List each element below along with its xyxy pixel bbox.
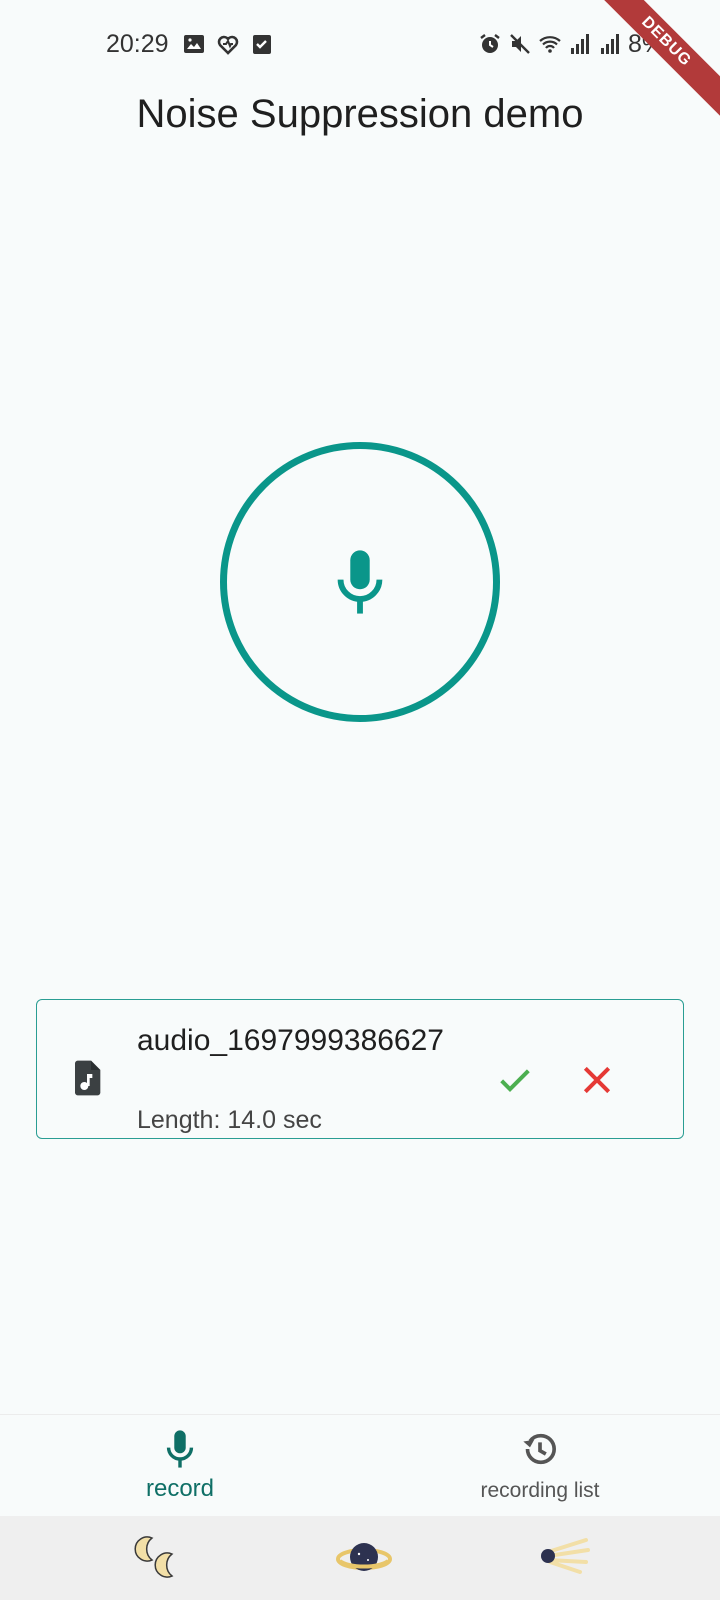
system-button-back[interactable] (534, 1532, 594, 1584)
mic-icon (337, 550, 383, 614)
status-left-icons (182, 32, 274, 56)
close-icon (583, 1066, 611, 1094)
health-icon (217, 35, 239, 55)
status-time: 20:29 (106, 30, 169, 58)
planet-icon (336, 1543, 392, 1571)
confirm-button[interactable] (495, 1060, 535, 1100)
nav-recording-list-label: recording list (480, 1479, 600, 1502)
mute-icon (510, 34, 530, 54)
page-title: Noise Suppression demo (136, 92, 584, 136)
system-button-recents[interactable] (134, 1532, 194, 1584)
moons-icon (134, 1536, 174, 1578)
recording-file-name: audio_1697999386627 (137, 1024, 444, 1057)
bottom-navigation: record recording list (0, 1414, 720, 1516)
audio-file-icon (75, 1060, 101, 1096)
image-icon (184, 35, 204, 53)
checkbox-icon (253, 35, 271, 54)
system-button-home[interactable] (334, 1532, 394, 1584)
check-icon (500, 1069, 530, 1092)
alarm-icon (480, 34, 500, 53)
history-icon (523, 1433, 556, 1465)
recording-card: audio_1697999386627 Length: 14.0 sec (36, 999, 684, 1139)
nav-recording-list[interactable]: recording list (360, 1415, 720, 1517)
discard-button[interactable] (577, 1060, 617, 1100)
record-button[interactable] (220, 442, 500, 722)
recording-length: Length: 14.0 sec (137, 1106, 322, 1134)
mic-icon (166, 1430, 194, 1468)
system-navigation-bar (0, 1516, 720, 1600)
nav-record-label: record (145, 1475, 215, 1502)
wifi-icon (539, 36, 561, 53)
nav-record[interactable]: record (0, 1415, 360, 1517)
comet-icon (541, 1538, 590, 1574)
